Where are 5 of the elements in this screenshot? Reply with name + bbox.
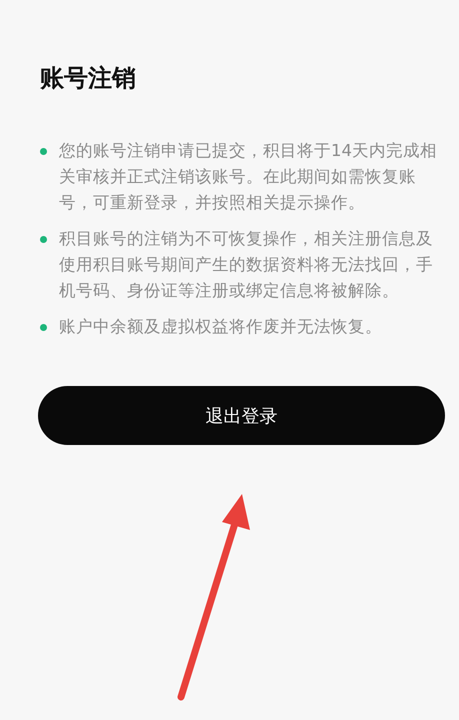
notice-text: 积目账号的注销为不可恢复操作，相关注册信息及使用积目账号期间产生的数据资料将无法找回，手机号码、身份证等注册或绑定信息将被解除。	[59, 228, 434, 302]
page-title: 账号注销	[40, 63, 137, 94]
notice-text: 您的账号注销申请已提交，积目将于14天内完成相关审核并正式注销该账号。在此期间如需恢复账号，可重新登录，并按照相关提示操作。	[59, 140, 438, 214]
logout-button[interactable]: 退出登录	[38, 386, 445, 445]
notice-text: 账户中余额及虚拟权益将作废并无法恢复。	[59, 316, 383, 338]
